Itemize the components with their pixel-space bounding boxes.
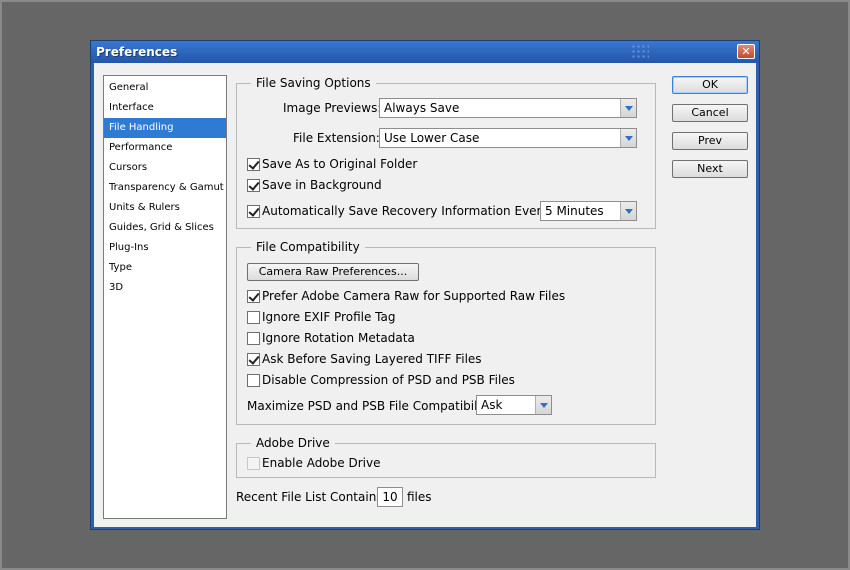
chevron-down-icon[interactable] [620, 129, 636, 147]
file-compatibility-group: File Compatibility Camera Raw Preference… [236, 239, 656, 425]
save-in-background-label[interactable]: Save in Background [262, 177, 382, 193]
ask-tiff-label[interactable]: Ask Before Saving Layered TIFF Files [262, 351, 482, 367]
next-button[interactable]: Next [672, 160, 748, 178]
camera-raw-preferences-button[interactable]: Camera Raw Preferences... [247, 263, 419, 281]
category-transparency-gamut[interactable]: Transparency & Gamut [104, 178, 226, 198]
auto-save-interval-dropdown[interactable]: 5 Minutes [540, 201, 637, 221]
prefer-acr-checkbox[interactable] [247, 290, 260, 303]
dialog-client-area: General Interface File Handling Performa… [94, 63, 756, 527]
title-bar[interactable]: Preferences ✕ [91, 41, 759, 63]
save-in-background-checkbox[interactable] [247, 179, 260, 192]
image-previews-label: Image Previews: [283, 101, 382, 115]
enable-adobe-drive-label[interactable]: Enable Adobe Drive [262, 455, 380, 471]
category-general[interactable]: General [104, 78, 226, 98]
image-previews-value: Always Save [384, 101, 460, 115]
category-guides-grid-slices[interactable]: Guides, Grid & Slices [104, 218, 226, 238]
file-saving-options-group: File Saving Options Image Previews: Alwa… [236, 75, 656, 229]
ignore-exif-label[interactable]: Ignore EXIF Profile Tag [262, 309, 395, 325]
category-performance[interactable]: Performance [104, 138, 226, 158]
category-interface[interactable]: Interface [104, 98, 226, 118]
adobe-drive-title: Adobe Drive [251, 435, 335, 451]
file-extension-value: Use Lower Case [384, 131, 480, 145]
save-as-original-label[interactable]: Save As to Original Folder [262, 156, 417, 172]
recent-file-count-input[interactable]: 10 [377, 487, 403, 507]
file-compatibility-title: File Compatibility [251, 239, 365, 255]
cancel-button[interactable]: Cancel [672, 104, 748, 122]
maximize-compatibility-value: Ask [481, 398, 503, 412]
title-grip-icon [631, 44, 649, 60]
ok-button[interactable]: OK [672, 76, 748, 94]
close-button[interactable]: ✕ [737, 44, 755, 59]
file-extension-label: File Extension: [293, 131, 380, 145]
preferences-dialog: Preferences ✕ General Interface File Han… [90, 40, 760, 530]
disable-compression-checkbox[interactable] [247, 374, 260, 387]
file-extension-dropdown[interactable]: Use Lower Case [379, 128, 637, 148]
recent-file-list-label: Recent File List Contains: [236, 490, 387, 504]
ignore-rotation-label[interactable]: Ignore Rotation Metadata [262, 330, 415, 346]
maximize-compatibility-label: Maximize PSD and PSB File Compatibility: [247, 399, 496, 413]
category-plug-ins[interactable]: Plug-Ins [104, 238, 226, 258]
prev-button[interactable]: Prev [672, 132, 748, 150]
category-file-handling[interactable]: File Handling [104, 118, 226, 138]
enable-adobe-drive-checkbox[interactable] [247, 457, 260, 470]
disable-compression-label[interactable]: Disable Compression of PSD and PSB Files [262, 372, 515, 388]
chevron-down-icon[interactable] [620, 99, 636, 117]
recent-file-suffix: files [407, 490, 432, 504]
category-list[interactable]: General Interface File Handling Performa… [103, 75, 227, 519]
auto-save-label[interactable]: Automatically Save Recovery Information … [262, 203, 552, 219]
category-cursors[interactable]: Cursors [104, 158, 226, 178]
image-previews-dropdown[interactable]: Always Save [379, 98, 637, 118]
save-as-original-checkbox[interactable] [247, 158, 260, 171]
ignore-rotation-checkbox[interactable] [247, 332, 260, 345]
adobe-drive-group: Adobe Drive Enable Adobe Drive [236, 435, 656, 478]
prefer-acr-label[interactable]: Prefer Adobe Camera Raw for Supported Ra… [262, 288, 565, 304]
maximize-compatibility-dropdown[interactable]: Ask [476, 395, 552, 415]
window-title: Preferences [96, 45, 178, 59]
chevron-down-icon[interactable] [535, 396, 551, 414]
chevron-down-icon[interactable] [620, 202, 636, 220]
auto-save-interval-value: 5 Minutes [545, 204, 604, 218]
category-units-rulers[interactable]: Units & Rulers [104, 198, 226, 218]
category-3d[interactable]: 3D [104, 278, 226, 298]
auto-save-checkbox[interactable] [247, 205, 260, 218]
file-saving-options-title: File Saving Options [251, 75, 376, 91]
ignore-exif-checkbox[interactable] [247, 311, 260, 324]
ask-tiff-checkbox[interactable] [247, 353, 260, 366]
category-type[interactable]: Type [104, 258, 226, 278]
